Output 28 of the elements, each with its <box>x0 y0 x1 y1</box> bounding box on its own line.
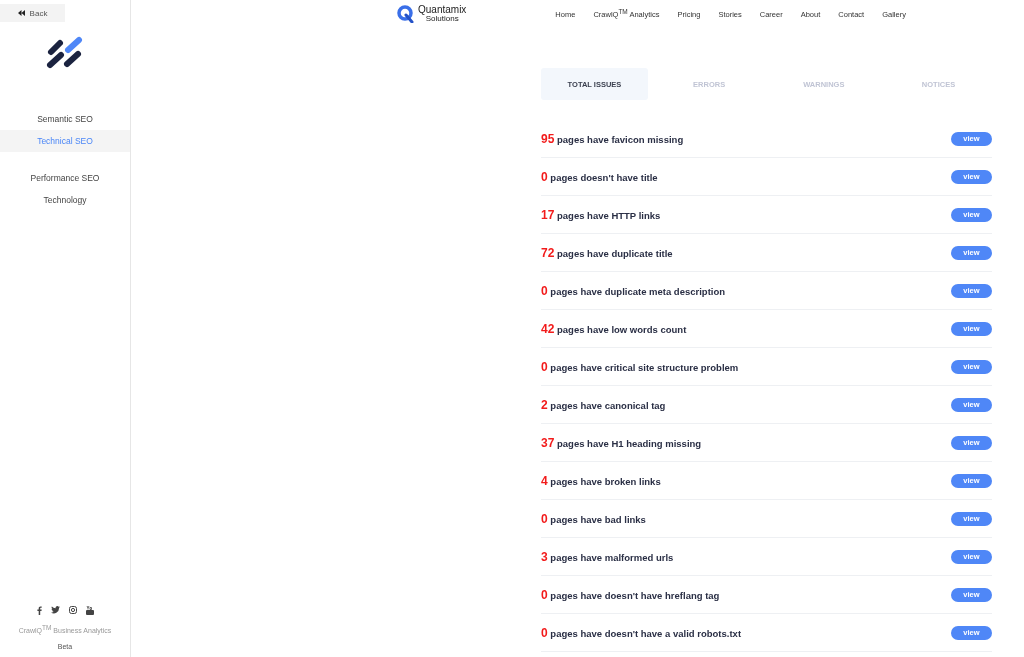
issue-text: 72 pages have duplicate title <box>541 245 673 260</box>
sidebar-item[interactable]: Technology <box>0 189 130 211</box>
back-button[interactable]: Back <box>0 4 65 22</box>
issue-text: 95 pages have favicon missing <box>541 131 684 146</box>
sidebar-item[interactable]: Technical SEO <box>0 130 130 152</box>
issue-text: 0 pages have bad links <box>541 511 646 526</box>
sidebar-item[interactable]: Performance SEO <box>0 167 130 189</box>
instagram-icon[interactable] <box>68 606 77 614</box>
rewind-icon <box>17 10 25 16</box>
facebook-icon[interactable] <box>36 606 42 615</box>
youtube-icon[interactable] <box>85 606 94 615</box>
issue-text: 2 pages have canonical tag <box>541 397 666 412</box>
issue-text: 4 pages have broken links <box>541 473 661 488</box>
logo-icon <box>46 36 84 70</box>
issue-text: 37 pages have H1 heading missing <box>541 435 702 450</box>
issue-text: 0 pages have critical site structure problem <box>541 359 739 374</box>
brand-subtitle: Solutions <box>425 15 459 23</box>
issue-text: 0 pages doesn't have title <box>541 169 658 184</box>
twitter-icon[interactable] <box>50 606 60 614</box>
issue-text: 0 pages have doesn't have a valid robots.txt <box>541 625 742 640</box>
sidebar-item[interactable]: Semantic SEO <box>0 108 130 130</box>
issue-text: 42 pages have low words count <box>541 321 687 336</box>
issue-text: 0 pages have duplicate meta description <box>541 283 726 298</box>
q-logo-icon <box>397 5 414 23</box>
brand-name: Quantamix <box>418 5 467 15</box>
issue-text: 17 pages have HTTP links <box>541 207 661 222</box>
issue-text: 3 pages have malformed urls <box>541 549 674 564</box>
issue-text: 0 pages have doesn't have hreflang tag <box>541 587 720 602</box>
